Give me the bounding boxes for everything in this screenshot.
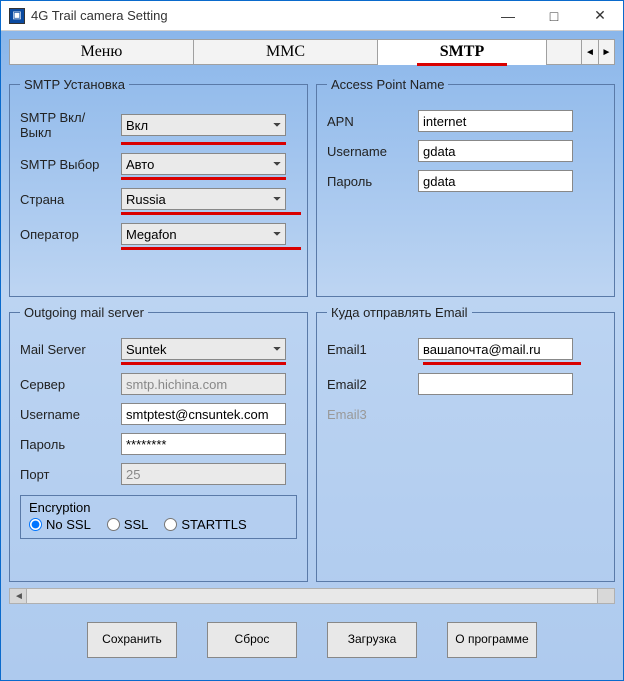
tab-smtp-underline	[417, 63, 507, 66]
email3-label: Email3	[327, 407, 412, 422]
window-controls: ― □ ✕	[485, 1, 623, 31]
scroll-right-icon[interactable]: ►	[600, 591, 610, 602]
reset-button[interactable]: Сброс	[207, 622, 297, 658]
tab-menu[interactable]: Меню	[9, 39, 194, 65]
apn-user-label: Username	[327, 144, 412, 159]
main-grid: SMTP Установка SMTP Вкл/Выкл Вкл SMTP Вы…	[9, 77, 615, 582]
mailserver-select[interactable]: Suntek	[121, 338, 286, 360]
out-pass-input[interactable]	[121, 433, 286, 455]
tab-smtp[interactable]: SMTP	[377, 39, 547, 65]
save-button[interactable]: Сохранить	[87, 622, 177, 658]
redline	[121, 362, 286, 365]
smtp-setup-legend: SMTP Установка	[20, 77, 129, 92]
operator-select[interactable]: Megafon	[121, 223, 286, 245]
radio-nossl[interactable]: No SSL	[29, 517, 91, 532]
country-select[interactable]: Russia	[121, 188, 286, 210]
tab-nav-prev[interactable]: ◄	[582, 40, 598, 64]
radio-starttls-input[interactable]	[164, 518, 177, 531]
group-smtp-setup: SMTP Установка SMTP Вкл/Выкл Вкл SMTP Вы…	[9, 77, 308, 297]
content-area: Меню MMC SMTP ◄ ► SMTP Установка SMTP Вк…	[1, 31, 623, 680]
operator-label: Оператор	[20, 227, 115, 242]
server-label: Сервер	[20, 377, 115, 392]
about-button[interactable]: О программе	[447, 622, 537, 658]
apn-legend: Access Point Name	[327, 77, 448, 92]
close-button[interactable]: ✕	[577, 1, 623, 31]
radio-starttls[interactable]: STARTTLS	[164, 517, 246, 532]
redline	[121, 177, 286, 180]
load-button[interactable]: Загрузка	[327, 622, 417, 658]
group-apn: Access Point Name APN Username Пароль	[316, 77, 615, 297]
out-user-label: Username	[20, 407, 115, 422]
tab-smtp-label: SMTP	[440, 43, 484, 60]
radio-ssl-input[interactable]	[107, 518, 120, 531]
country-label: Страна	[20, 192, 115, 207]
group-recipients: Куда отправлять Email Email1 Email2 Emai…	[316, 305, 615, 582]
mailserver-label: Mail Server	[20, 342, 115, 357]
redline	[121, 142, 286, 145]
smtp-select-label: SMTP Выбор	[20, 157, 115, 172]
apn-label: APN	[327, 114, 412, 129]
footer-buttons: Сохранить Сброс Загрузка О программе	[9, 604, 615, 668]
maximize-button[interactable]: □	[531, 1, 577, 31]
scroll-left-icon[interactable]: ◄	[14, 591, 24, 602]
redline	[121, 212, 301, 215]
email2-label: Email2	[327, 377, 412, 392]
server-input	[121, 373, 286, 395]
app-icon: ▣	[9, 8, 25, 24]
email1-input[interactable]	[418, 338, 573, 360]
tab-mmc[interactable]: MMC	[193, 39, 378, 65]
tab-nav: ◄ ►	[581, 39, 615, 65]
titlebar: ▣ 4G Trail camera Setting ― □ ✕	[1, 1, 623, 31]
horizontal-scrollbar[interactable]: ◄ ►	[9, 588, 615, 604]
email2-input[interactable]	[418, 373, 573, 395]
window-title: 4G Trail camera Setting	[31, 8, 485, 23]
tab-nav-next[interactable]: ►	[598, 40, 614, 64]
apn-user-input[interactable]	[418, 140, 573, 162]
group-outgoing: Outgoing mail server Mail Server Suntek …	[9, 305, 308, 582]
smtp-onoff-label: SMTP Вкл/Выкл	[20, 110, 115, 140]
redline	[121, 247, 301, 250]
out-user-input[interactable]	[121, 403, 286, 425]
port-label: Порт	[20, 467, 115, 482]
radio-ssl[interactable]: SSL	[107, 517, 149, 532]
recipients-legend: Куда отправлять Email	[327, 305, 472, 320]
apn-input[interactable]	[418, 110, 573, 132]
out-pass-label: Пароль	[20, 437, 115, 452]
minimize-button[interactable]: ―	[485, 1, 531, 31]
port-input	[121, 463, 286, 485]
email1-label: Email1	[327, 342, 412, 357]
smtp-onoff-select[interactable]: Вкл	[121, 114, 286, 136]
redline	[423, 362, 581, 365]
outgoing-legend: Outgoing mail server	[20, 305, 148, 320]
tab-spacer	[546, 39, 583, 65]
encryption-box: Encryption No SSL SSL STARTTLS	[20, 495, 297, 539]
radio-nossl-input[interactable]	[29, 518, 42, 531]
tab-row: Меню MMC SMTP ◄ ►	[9, 39, 615, 65]
apn-pass-input[interactable]	[418, 170, 573, 192]
app-window: ▣ 4G Trail camera Setting ― □ ✕ Меню MMC…	[0, 0, 624, 681]
encryption-label: Encryption	[29, 500, 288, 515]
apn-pass-label: Пароль	[327, 174, 412, 189]
smtp-select-select[interactable]: Авто	[121, 153, 286, 175]
